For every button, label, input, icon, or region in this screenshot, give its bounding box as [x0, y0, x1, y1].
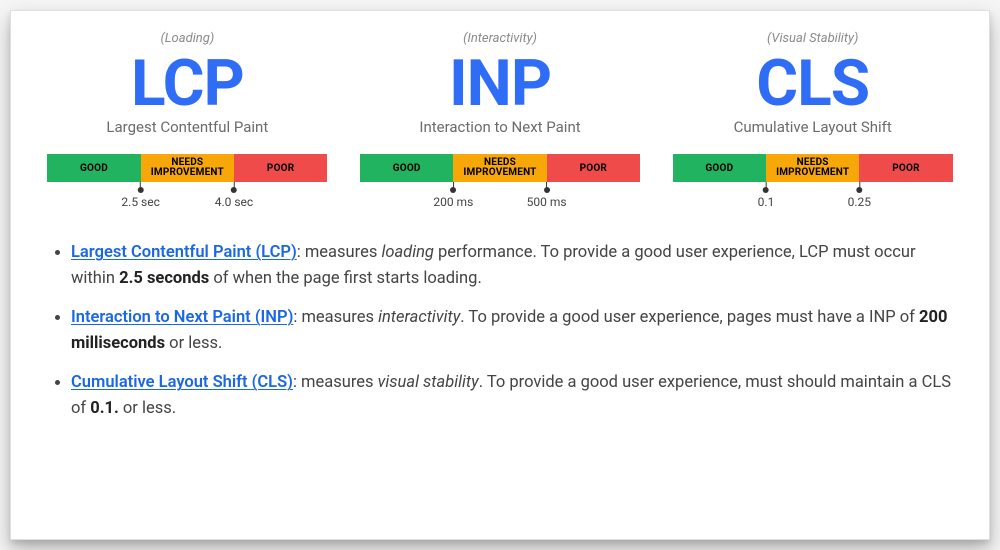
term-link[interactable]: Cumulative Layout Shift (CLS) — [71, 373, 293, 392]
tick-1: 2.5 sec — [121, 182, 159, 209]
threshold-2-label: 500 ms — [527, 195, 567, 209]
core-web-vitals-card: (Loading) LCP Largest Contentful Paint G… — [10, 10, 990, 540]
metric-category: (Loading) — [41, 31, 334, 46]
threshold-bar: GOOD NEEDS IMPROVEMENT POOR 0.1 0.25 — [673, 154, 953, 210]
tick-2: 500 ms — [527, 182, 567, 209]
metric-fullname: Cumulative Layout Shift — [666, 118, 959, 136]
term-link[interactable]: Interaction to Next Paint (INP) — [71, 308, 293, 327]
metric-fullname: Interaction to Next Paint — [354, 118, 647, 136]
metric-acronym: INP — [354, 52, 647, 116]
segment-needs-improvement: NEEDS IMPROVEMENT — [766, 154, 859, 182]
tick-2: 0.25 — [848, 182, 871, 209]
metric-category: (Visual Stability) — [666, 31, 959, 46]
metrics-row: (Loading) LCP Largest Contentful Paint G… — [41, 31, 959, 210]
segment-poor: POOR — [547, 154, 640, 182]
description-lcp: Largest Contentful Paint (LCP): measures… — [71, 240, 959, 291]
metric-cls: (Visual Stability) CLS Cumulative Layout… — [666, 31, 959, 210]
description-inp: Interaction to Next Paint (INP): measure… — [71, 305, 959, 356]
metric-acronym: LCP — [41, 52, 334, 116]
threshold-2-label: 0.25 — [848, 195, 871, 209]
segment-good: GOOD — [47, 154, 140, 182]
tick-1: 0.1 — [758, 182, 775, 209]
metric-inp: (Interactivity) INP Interaction to Next … — [354, 31, 647, 210]
threshold-1-label: 2.5 sec — [121, 195, 159, 209]
metric-fullname: Largest Contentful Paint — [41, 118, 334, 136]
segment-good: GOOD — [360, 154, 453, 182]
tick-1: 200 ms — [433, 182, 473, 209]
segment-needs-improvement: NEEDS IMPROVEMENT — [141, 154, 234, 182]
description-cls: Cumulative Layout Shift (CLS): measures … — [71, 370, 959, 421]
threshold-bar: GOOD NEEDS IMPROVEMENT POOR 2.5 sec 4.0 … — [47, 154, 327, 210]
descriptions-list: Largest Contentful Paint (LCP): measures… — [41, 240, 959, 421]
segment-poor: POOR — [859, 154, 952, 182]
tick-2: 4.0 sec — [215, 182, 253, 209]
segment-needs-improvement: NEEDS IMPROVEMENT — [453, 154, 546, 182]
threshold-1-label: 0.1 — [758, 195, 775, 209]
threshold-bar: GOOD NEEDS IMPROVEMENT POOR 200 ms 500 m… — [360, 154, 640, 210]
metric-acronym: CLS — [666, 52, 959, 116]
threshold-1-label: 200 ms — [433, 195, 473, 209]
segment-poor: POOR — [234, 154, 327, 182]
term-link[interactable]: Largest Contentful Paint (LCP) — [71, 243, 297, 262]
metric-lcp: (Loading) LCP Largest Contentful Paint G… — [41, 31, 334, 210]
metric-category: (Interactivity) — [354, 31, 647, 46]
segment-good: GOOD — [673, 154, 766, 182]
threshold-2-label: 4.0 sec — [215, 195, 253, 209]
